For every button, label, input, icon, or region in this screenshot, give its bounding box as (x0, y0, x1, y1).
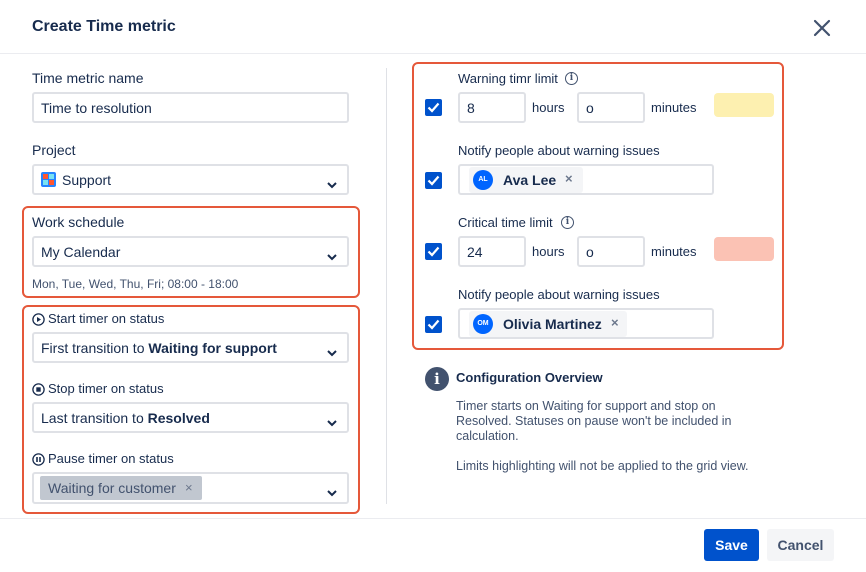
chip-remove-icon[interactable]: × (185, 480, 193, 495)
pause-icon (32, 453, 45, 466)
user-chip: AL Ava Lee × (469, 167, 583, 193)
close-icon[interactable] (810, 16, 834, 40)
chevron-down-icon (327, 484, 337, 497)
user-chip-name: Olivia Martinez (503, 316, 602, 332)
info-icon[interactable]: i (565, 72, 578, 85)
start-timer-label: Start timer on status (48, 311, 165, 326)
notify-critical-checkbox[interactable] (425, 316, 442, 333)
pause-status-chip-label: Waiting for customer (48, 480, 176, 496)
start-timer-status: Waiting for support (148, 340, 277, 356)
save-button[interactable]: Save (704, 529, 759, 561)
start-timer-prefix: First transition to (41, 340, 149, 356)
pause-timer-label: Pause timer on status (48, 451, 174, 466)
work-schedule-select[interactable]: My Calendar (32, 236, 349, 267)
cancel-button[interactable]: Cancel (767, 529, 834, 561)
avatar: OM (473, 314, 493, 334)
chevron-down-icon (327, 344, 337, 357)
critical-limit-label: Critical time limit (458, 215, 553, 230)
metric-name-input[interactable]: Time to resolution (32, 92, 349, 123)
dialog-footer: Save Cancel (0, 518, 866, 572)
work-schedule-hint: Mon, Tue, Wed, Thu, Fri; 08:00 - 18:00 (32, 277, 239, 291)
pause-timer-select[interactable]: Waiting for customer × (32, 472, 349, 504)
project-icon (41, 172, 56, 187)
critical-color-swatch[interactable] (714, 237, 774, 261)
overview-title: Configuration Overview (456, 370, 603, 385)
dialog-title: Create Time metric (32, 18, 176, 35)
warning-minutes-input[interactable]: o (577, 92, 645, 123)
start-timer-select[interactable]: First transition to Waiting for support (32, 332, 349, 363)
critical-limit-checkbox[interactable] (425, 243, 442, 260)
chevron-down-icon (327, 248, 337, 261)
column-divider (386, 68, 387, 504)
overview-text: Timer starts on Waiting for support and … (456, 399, 732, 443)
info-icon: i (425, 367, 449, 391)
chevron-down-icon (327, 414, 337, 427)
avatar: AL (473, 170, 493, 190)
critical-hours-unit: hours (532, 244, 565, 259)
project-value: Support (62, 172, 112, 188)
warning-limit-checkbox[interactable] (425, 99, 442, 116)
stop-timer-status: Resolved (147, 410, 210, 426)
chip-remove-icon[interactable]: × (565, 171, 573, 186)
critical-minutes-input[interactable]: o (577, 236, 645, 267)
info-icon[interactable]: i (561, 216, 574, 229)
stop-timer-label: Stop timer on status (48, 381, 164, 396)
metric-name-label: Time metric name (32, 70, 144, 86)
warning-minutes-unit: minutes (651, 100, 697, 115)
notify-critical-users-field[interactable]: OM Olivia Martinez × (458, 308, 714, 339)
overview-note: Limits highlighting will not be applied … (456, 459, 749, 473)
notify-warning-users-field[interactable]: AL Ava Lee × (458, 164, 714, 195)
pause-status-chip: Waiting for customer × (40, 476, 202, 500)
create-time-metric-dialog: Create Time metric Time metric name Time… (0, 0, 866, 572)
critical-minutes-unit: minutes (651, 244, 697, 259)
critical-hours-input[interactable]: 24 (458, 236, 526, 267)
stop-timer-select[interactable]: Last transition to Resolved (32, 402, 349, 433)
dialog-header: Create Time metric (0, 0, 866, 54)
chip-remove-icon[interactable]: × (611, 315, 619, 330)
play-icon (32, 313, 45, 326)
user-chip-name: Ava Lee (503, 172, 557, 188)
stop-icon (32, 383, 45, 396)
notify-critical-label: Notify people about warning issues (458, 287, 660, 302)
warning-hours-unit: hours (532, 100, 565, 115)
warning-limit-label: Warning timr limit (458, 71, 558, 86)
notify-warning-label: Notify people about warning issues (458, 143, 660, 158)
work-schedule-label: Work schedule (32, 214, 125, 230)
work-schedule-value: My Calendar (41, 244, 121, 260)
project-select[interactable]: Support (32, 164, 349, 195)
chevron-down-icon (327, 176, 337, 189)
user-chip: OM Olivia Martinez × (469, 311, 627, 337)
project-label: Project (32, 142, 76, 158)
notify-warning-checkbox[interactable] (425, 172, 442, 189)
warning-color-swatch[interactable] (714, 93, 774, 117)
warning-hours-input[interactable]: 8 (458, 92, 526, 123)
stop-timer-prefix: Last transition to (41, 410, 148, 426)
